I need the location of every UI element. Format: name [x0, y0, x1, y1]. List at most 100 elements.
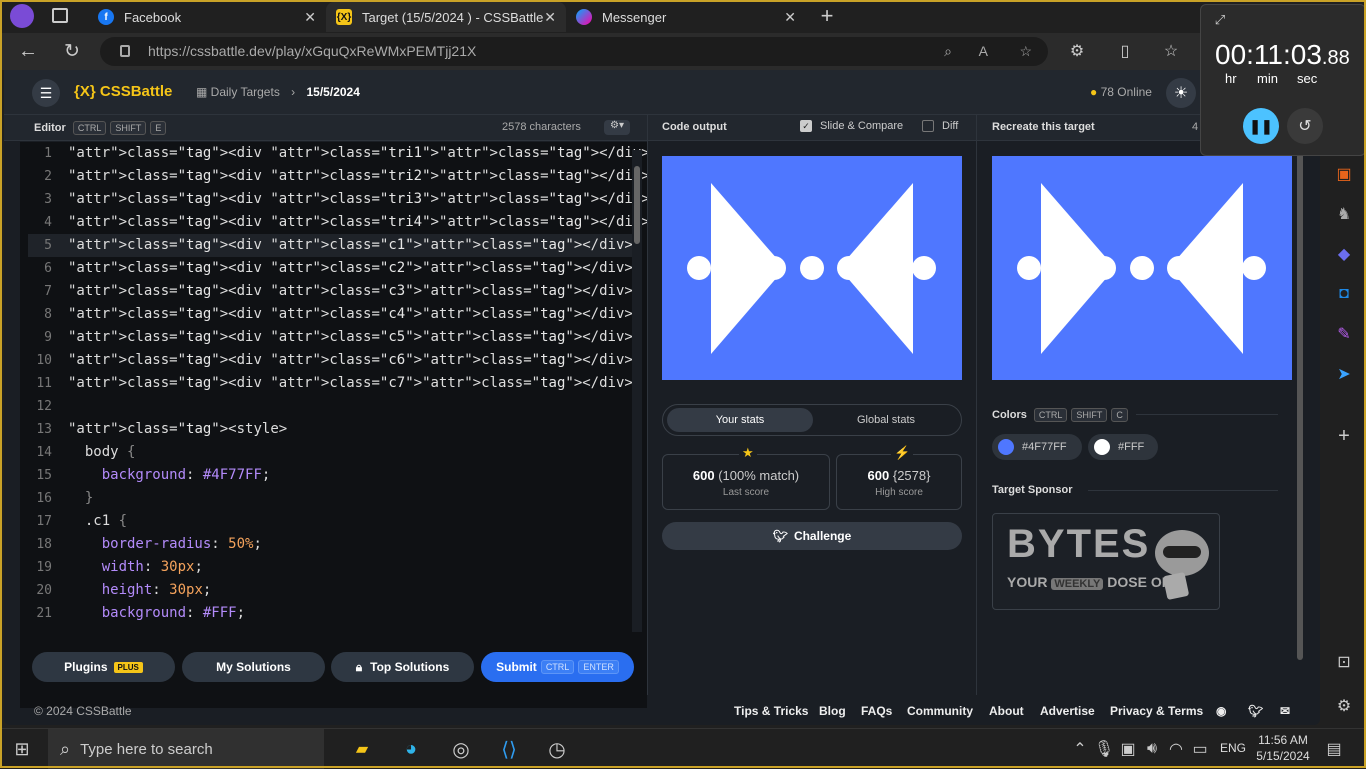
code-line[interactable]: 17 .c1 { — [20, 510, 632, 533]
favorite-star-icon[interactable]: ☆ — [1019, 37, 1032, 66]
reset-button[interactable]: ↺ — [1287, 108, 1323, 144]
code-line[interactable]: 7 "attr">class="tag"><div "attr">class="c… — [20, 280, 633, 303]
new-tab-icon[interactable]: + — [816, 3, 838, 28]
tab-cssbattle[interactable]: {X} Target (15/5/2024 ) - CSSBattle ✕ — [326, 2, 566, 32]
logo[interactable]: {X} CSSBattle — [74, 83, 172, 100]
camera-icon[interactable]: ▣ — [1120, 739, 1136, 759]
close-icon[interactable]: ✕ — [304, 9, 316, 26]
slide-compare-checkbox[interactable]: ✓ Slide & Compare — [800, 120, 903, 132]
code-output-preview[interactable] — [662, 156, 962, 380]
outlook-icon[interactable]: ◘ — [1332, 284, 1356, 304]
back-icon[interactable]: ← — [16, 40, 40, 62]
copilot-icon[interactable]: ◆ — [1332, 244, 1356, 264]
code-editor[interactable]: 1 "attr">class="tag"><div "attr">class="t… — [20, 142, 647, 708]
wifi-icon[interactable]: ◠ — [1168, 739, 1184, 759]
tab-messenger[interactable]: Messenger ✕ — [566, 2, 806, 32]
refresh-icon[interactable]: ↻ — [60, 41, 84, 62]
code-line[interactable]: 1 "attr">class="tag"><div "attr">class="t… — [20, 142, 647, 165]
windows-start-icon[interactable]: ⊞ — [12, 739, 32, 759]
discord-icon[interactable]: ◉ — [1216, 704, 1226, 718]
target-scrollbar[interactable] — [1295, 150, 1305, 690]
chess-icon[interactable]: ♞ — [1332, 204, 1356, 224]
scrollbar-thumb[interactable] — [1297, 150, 1303, 660]
target-image[interactable] — [992, 156, 1292, 380]
editor-scrollbar[interactable] — [632, 150, 642, 632]
language-indicator[interactable]: ENG — [1220, 741, 1246, 755]
tab-your-stats[interactable]: Your stats — [667, 408, 813, 432]
code-line[interactable]: 8 "attr">class="tag"><div "attr">class="c… — [20, 303, 633, 326]
color-chip-white[interactable]: #FFF — [1088, 434, 1158, 460]
breadcrumb-daily-targets[interactable]: Daily Targets — [211, 85, 280, 99]
sponsor-banner[interactable]: BYTES YOUR WEEKLY DOSE OF — [992, 513, 1220, 610]
extensions-icon[interactable]: ⚙ — [1066, 41, 1088, 61]
file-explorer-icon[interactable]: ▰ — [350, 739, 374, 759]
edge-icon[interactable]: ◕ — [398, 737, 424, 761]
zoom-icon[interactable]: ⌕ — [944, 37, 952, 66]
designer-icon[interactable]: ✎ — [1332, 324, 1356, 344]
link-faqs[interactable]: FAQs — [861, 704, 892, 718]
code-line[interactable]: 19 width: 30px; — [20, 556, 632, 579]
clock[interactable]: 11:56 AM 5/15/2024 — [1252, 732, 1314, 764]
close-icon[interactable]: ✕ — [544, 9, 556, 26]
editor-settings-icon[interactable]: ⚙▾ — [604, 120, 630, 135]
tray-chevron-up-icon[interactable]: ⌃ — [1072, 739, 1088, 759]
link-tips[interactable]: Tips & Tricks — [734, 704, 808, 718]
vscode-icon[interactable]: ⟨⟩ — [496, 737, 522, 761]
tab-global-stats[interactable]: Global stats — [813, 408, 959, 432]
code-line[interactable]: 15 background: #4F77FF; — [20, 464, 632, 487]
menu-button[interactable]: ☰ — [32, 79, 60, 107]
theme-toggle-icon[interactable]: ☀ — [1166, 78, 1196, 108]
add-icon[interactable]: + — [1332, 425, 1356, 447]
close-icon[interactable]: ✕ — [784, 9, 796, 26]
link-community[interactable]: Community — [907, 704, 973, 718]
code-line[interactable]: 6 "attr">class="tag"><div "attr">class="c… — [20, 257, 633, 280]
expand-icon[interactable]: ⤢ — [1211, 11, 1229, 29]
diff-checkbox[interactable]: Diff — [922, 120, 958, 132]
color-chip-blue[interactable]: #4F77FF — [992, 434, 1082, 460]
mail-icon[interactable]: ✉ — [1280, 704, 1290, 718]
code-line[interactable]: 4 "attr">class="tag"><div "attr">class="t… — [20, 211, 647, 234]
screenshot-icon[interactable]: ⊡ — [1332, 652, 1356, 672]
link-privacy[interactable]: Privacy & Terms — [1110, 704, 1203, 718]
tab-actions-icon[interactable] — [52, 8, 68, 23]
scrollbar-thumb[interactable] — [634, 166, 640, 244]
obs-icon[interactable]: ◎ — [448, 737, 474, 761]
code-line[interactable]: 3 "attr">class="tag"><div "attr">class="t… — [20, 188, 647, 211]
top-solutions-button[interactable]: 🔒︎ Top Solutions — [331, 652, 474, 682]
link-about[interactable]: About — [989, 704, 1024, 718]
code-line[interactable]: 16 } — [20, 487, 632, 510]
submit-button[interactable]: Submit CTRL ENTER — [481, 652, 634, 682]
code-line[interactable]: 13 "attr">class="tag"><style> — [20, 418, 632, 441]
send-icon[interactable]: ➤ — [1332, 364, 1356, 384]
code-line[interactable]: 10 "attr">class="tag"><div "attr">class="… — [20, 349, 633, 372]
code-line[interactable]: 9 "attr">class="tag"><div "attr">class="c… — [20, 326, 633, 349]
url-field[interactable]: https://cssbattle.dev/play/xGquQxReWMxPE… — [100, 37, 1048, 66]
battery-icon[interactable]: ▭ — [1192, 739, 1208, 759]
code-line[interactable]: 14 body { — [20, 441, 632, 464]
microphone-icon[interactable]: 🎙︎ — [1094, 739, 1114, 759]
code-line[interactable]: 12 — [20, 395, 632, 418]
tab-facebook[interactable]: f Facebook ✕ — [88, 2, 326, 32]
volume-icon[interactable]: 🔊︎ — [1144, 739, 1160, 759]
settings-icon[interactable]: ⚙ — [1332, 696, 1356, 716]
my-solutions-button[interactable]: My Solutions — [182, 652, 325, 682]
challenge-button[interactable]: 🐦︎ Challenge — [662, 522, 962, 550]
notifications-icon[interactable]: ▤ — [1324, 739, 1344, 759]
clock-app-icon[interactable]: ◷ — [544, 737, 570, 761]
taskbar-search[interactable]: ⌕ Type here to search — [48, 729, 324, 769]
code-line[interactable]: 11 "attr">class="tag"><div "attr">class="… — [20, 372, 633, 395]
code-line[interactable]: 2 "attr">class="tag"><div "attr">class="t… — [20, 165, 647, 188]
profile-avatar[interactable] — [10, 4, 34, 28]
split-screen-icon[interactable]: ▯ — [1114, 41, 1136, 61]
code-line[interactable]: 18 border-radius: 50%; — [20, 533, 632, 556]
shopping-icon[interactable]: ▣ — [1332, 164, 1356, 184]
twitter-icon[interactable]: 🐦︎ — [1248, 704, 1263, 718]
code-line[interactable]: 21 background: #FFF; — [20, 602, 632, 625]
code-line[interactable]: 20 height: 30px; — [20, 579, 632, 602]
link-advertise[interactable]: Advertise — [1040, 704, 1095, 718]
plugins-button[interactable]: Plugins PLUS — [32, 652, 175, 682]
pause-button[interactable]: ❚❚ — [1243, 108, 1279, 144]
favorites-icon[interactable]: ☆ — [1160, 41, 1182, 61]
link-blog[interactable]: Blog — [819, 704, 846, 718]
code-line[interactable]: 5 "attr">class="tag"><div "attr">class="c… — [20, 234, 633, 257]
